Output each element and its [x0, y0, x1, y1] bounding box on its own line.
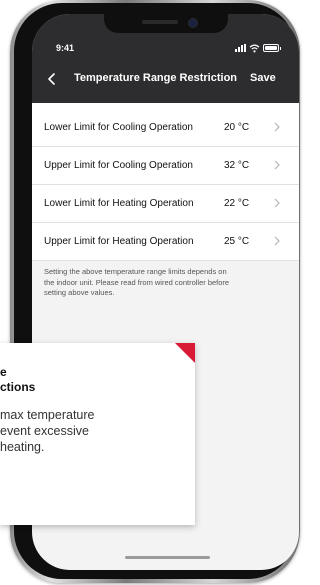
- chevron-right-icon: [274, 122, 280, 132]
- callout-title: e ctions: [0, 365, 36, 394]
- notch: [104, 14, 228, 33]
- list-item[interactable]: Upper Limit for Cooling Operation 32 °C: [32, 147, 299, 185]
- back-button[interactable]: [46, 72, 58, 86]
- chevron-right-icon: [274, 236, 280, 246]
- chevron-right-icon: [274, 160, 280, 170]
- front-camera: [188, 18, 198, 28]
- row-value: 20 °C: [224, 122, 250, 133]
- wifi-icon: [249, 43, 260, 52]
- row-value: 32 °C: [224, 160, 250, 171]
- info-note: Setting the above temperature range limi…: [44, 267, 288, 299]
- row-value: 22 °C: [224, 198, 250, 209]
- list-item[interactable]: Lower Limit for Cooling Operation 20 °C: [32, 109, 299, 147]
- note-line: Setting the above temperature range limi…: [44, 267, 227, 276]
- chevron-right-icon: [274, 198, 280, 208]
- callout-card: e ctions max temperature event excessive…: [0, 343, 195, 525]
- signal-icon: [235, 44, 246, 52]
- battery-icon: [263, 44, 281, 52]
- list-item[interactable]: Upper Limit for Heating Operation 25 °C: [32, 223, 299, 261]
- note-line: setting above values.: [44, 288, 115, 297]
- home-indicator[interactable]: [125, 556, 210, 559]
- row-label: Lower Limit for Cooling Operation: [44, 122, 193, 133]
- save-button[interactable]: Save: [250, 72, 276, 84]
- row-label: Upper Limit for Heating Operation: [44, 236, 194, 247]
- speaker-grille: [142, 20, 178, 24]
- callout-body: max temperature event excessive heating.: [0, 408, 95, 454]
- note-line: the indoor unit. Please read from wired …: [44, 277, 230, 287]
- status-time: 9:41: [56, 43, 75, 53]
- settings-list: Lower Limit for Cooling Operation 20 °C …: [32, 103, 299, 261]
- row-value: 25 °C: [224, 236, 250, 247]
- status-icons: [235, 43, 281, 53]
- row-label: Upper Limit for Cooling Operation: [44, 160, 193, 171]
- list-item[interactable]: Lower Limit for Heating Operation 22 °C: [32, 185, 299, 223]
- header-bar: 9:41 Temperature Range Restriction Save: [32, 14, 299, 103]
- row-label: Lower Limit for Heating Operation: [44, 198, 194, 209]
- page-title: Temperature Range Restriction: [74, 72, 238, 84]
- accent-corner: [175, 343, 195, 363]
